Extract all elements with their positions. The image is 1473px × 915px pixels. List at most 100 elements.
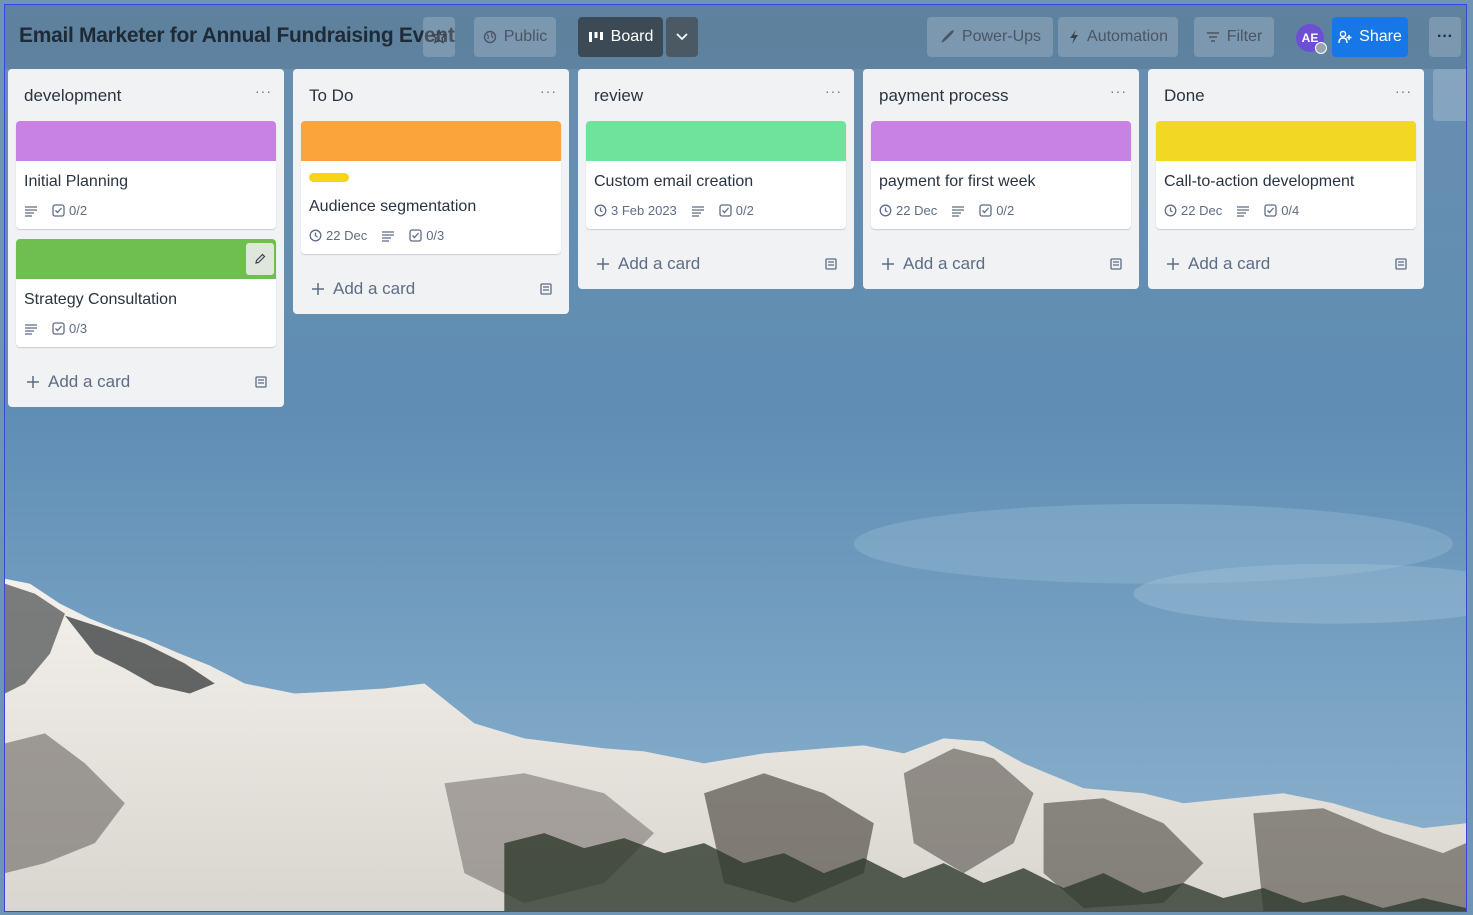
- clock-icon: [309, 229, 322, 242]
- powerups-button[interactable]: Power-Ups: [927, 17, 1053, 57]
- visibility-button[interactable]: Public: [474, 17, 556, 57]
- card-cover: [1156, 121, 1416, 161]
- more-icon: ···: [1437, 28, 1453, 45]
- add-card-label: Add a card: [333, 279, 416, 298]
- plus-icon: [597, 258, 609, 270]
- due-date: 22 Dec: [1181, 203, 1223, 218]
- board-title[interactable]: Email Marketer for Annual Fundraising Ev…: [19, 24, 455, 48]
- template-icon[interactable]: [1394, 257, 1408, 271]
- list-menu-icon[interactable]: ···: [1110, 83, 1127, 99]
- pencil-icon: [255, 253, 266, 264]
- card-label-yellow[interactable]: [309, 173, 349, 182]
- list-menu-icon[interactable]: ···: [255, 83, 272, 99]
- description-icon: [24, 323, 38, 335]
- due-date-badge[interactable]: 22 Dec: [309, 228, 367, 243]
- checklist-badge: 0/2: [979, 203, 1014, 218]
- add-card-button[interactable]: Add a card: [26, 372, 130, 392]
- checklist-icon: [52, 204, 65, 217]
- avatar-admin-badge: [1315, 42, 1327, 54]
- filter-icon: [1206, 32, 1219, 42]
- template-icon[interactable]: [539, 282, 553, 296]
- plus-icon: [27, 376, 39, 388]
- board-view-button[interactable]: Board: [578, 17, 663, 57]
- description-icon: [24, 205, 38, 217]
- card-audience-segmentation[interactable]: Audience segmentation 22 Dec 0/3: [301, 121, 561, 254]
- filter-label: Filter: [1226, 28, 1263, 45]
- list-header: Done ···: [1148, 69, 1424, 121]
- board-view-label: Board: [610, 28, 654, 45]
- list-title[interactable]: payment process: [879, 86, 1008, 105]
- due-date-badge[interactable]: 22 Dec: [1164, 203, 1222, 218]
- due-date: 22 Dec: [896, 203, 938, 218]
- list-to-do: To Do ··· Audience segmentation 22 Dec 0…: [293, 69, 569, 314]
- plus-icon: [1167, 258, 1179, 270]
- card-title: Strategy Consultation: [24, 291, 177, 308]
- card-title: Call-to-action development: [1164, 173, 1355, 190]
- due-date-badge[interactable]: 22 Dec: [879, 203, 937, 218]
- share-button[interactable]: Share: [1332, 17, 1408, 57]
- board-header: Email Marketer for Annual Fundraising Ev…: [5, 5, 1466, 69]
- board-icon: [588, 32, 603, 42]
- due-date: 3 Feb 2023: [611, 203, 677, 218]
- due-date: 22 Dec: [326, 228, 368, 243]
- template-icon[interactable]: [824, 257, 838, 271]
- star-icon: [431, 29, 447, 44]
- checklist-count: 0/2: [69, 203, 88, 218]
- template-icon[interactable]: [1109, 257, 1123, 271]
- card-title: payment for first week: [879, 173, 1036, 190]
- card-cover: [586, 121, 846, 161]
- checklist-icon: [409, 229, 422, 242]
- clock-icon: [594, 204, 607, 217]
- app-frame: Email Marketer for Annual Fundraising Ev…: [4, 4, 1467, 912]
- card-initial-planning[interactable]: Initial Planning 0/2: [16, 121, 276, 229]
- card-payment-for-first-week[interactable]: payment for first week 22 Dec 0/2: [871, 121, 1131, 229]
- template-icon[interactable]: [254, 375, 268, 389]
- star-button[interactable]: [423, 17, 455, 57]
- add-card-button[interactable]: Add a card: [596, 254, 700, 274]
- add-another-list-button[interactable]: [1433, 69, 1466, 121]
- checklist-badge: 0/4: [1264, 203, 1299, 218]
- card-custom-email-creation[interactable]: Custom email creation 3 Feb 2023 0/2: [586, 121, 846, 229]
- view-switcher-button[interactable]: [666, 17, 698, 57]
- card-title: Custom email creation: [594, 173, 754, 190]
- share-person-icon: [1338, 30, 1352, 44]
- add-card-label: Add a card: [48, 372, 131, 391]
- list-header: payment process ···: [863, 69, 1139, 121]
- card-cover: [301, 121, 561, 161]
- add-card-button[interactable]: Add a card: [881, 254, 985, 274]
- list-header: To Do ···: [293, 69, 569, 121]
- clock-icon: [1164, 204, 1177, 217]
- card-call-to-action-development[interactable]: Call-to-action development 22 Dec 0/4: [1156, 121, 1416, 229]
- list-footer: Add a card: [578, 239, 854, 289]
- add-card-label: Add a card: [618, 254, 701, 273]
- list-footer: Add a card: [863, 239, 1139, 289]
- card-cover: [16, 121, 276, 161]
- checklist-badge: 0/2: [52, 203, 87, 218]
- list-menu-icon[interactable]: ···: [540, 83, 557, 99]
- rocket-icon: [941, 30, 954, 43]
- list-footer: Add a card: [8, 357, 284, 407]
- add-card-label: Add a card: [1188, 254, 1271, 273]
- add-card-button[interactable]: Add a card: [1166, 254, 1270, 274]
- list-title[interactable]: To Do: [309, 86, 353, 105]
- board-menu-button[interactable]: ···: [1429, 17, 1461, 57]
- edit-card-button[interactable]: [246, 243, 274, 275]
- add-card-button[interactable]: Add a card: [311, 279, 415, 299]
- card-cover: [16, 239, 276, 279]
- description-icon: [691, 205, 705, 217]
- card-title: Audience segmentation: [309, 198, 477, 215]
- card-strategy-consultation[interactable]: Strategy Consultation 0/3: [16, 239, 276, 347]
- list-title[interactable]: Done: [1164, 86, 1205, 105]
- automation-button[interactable]: Automation: [1058, 17, 1178, 57]
- automation-label: Automation: [1087, 28, 1168, 45]
- list-header: review ···: [578, 69, 854, 121]
- list-title[interactable]: development: [24, 86, 121, 105]
- list-title[interactable]: review: [594, 86, 643, 105]
- member-avatar[interactable]: AE: [1296, 24, 1327, 54]
- due-date-badge[interactable]: 3 Feb 2023: [594, 203, 677, 218]
- description-icon: [1236, 205, 1250, 217]
- list-menu-icon[interactable]: ···: [1395, 83, 1412, 99]
- filter-button[interactable]: Filter: [1194, 17, 1274, 57]
- list-menu-icon[interactable]: ···: [825, 83, 842, 99]
- checklist-badge: 0/3: [409, 228, 444, 243]
